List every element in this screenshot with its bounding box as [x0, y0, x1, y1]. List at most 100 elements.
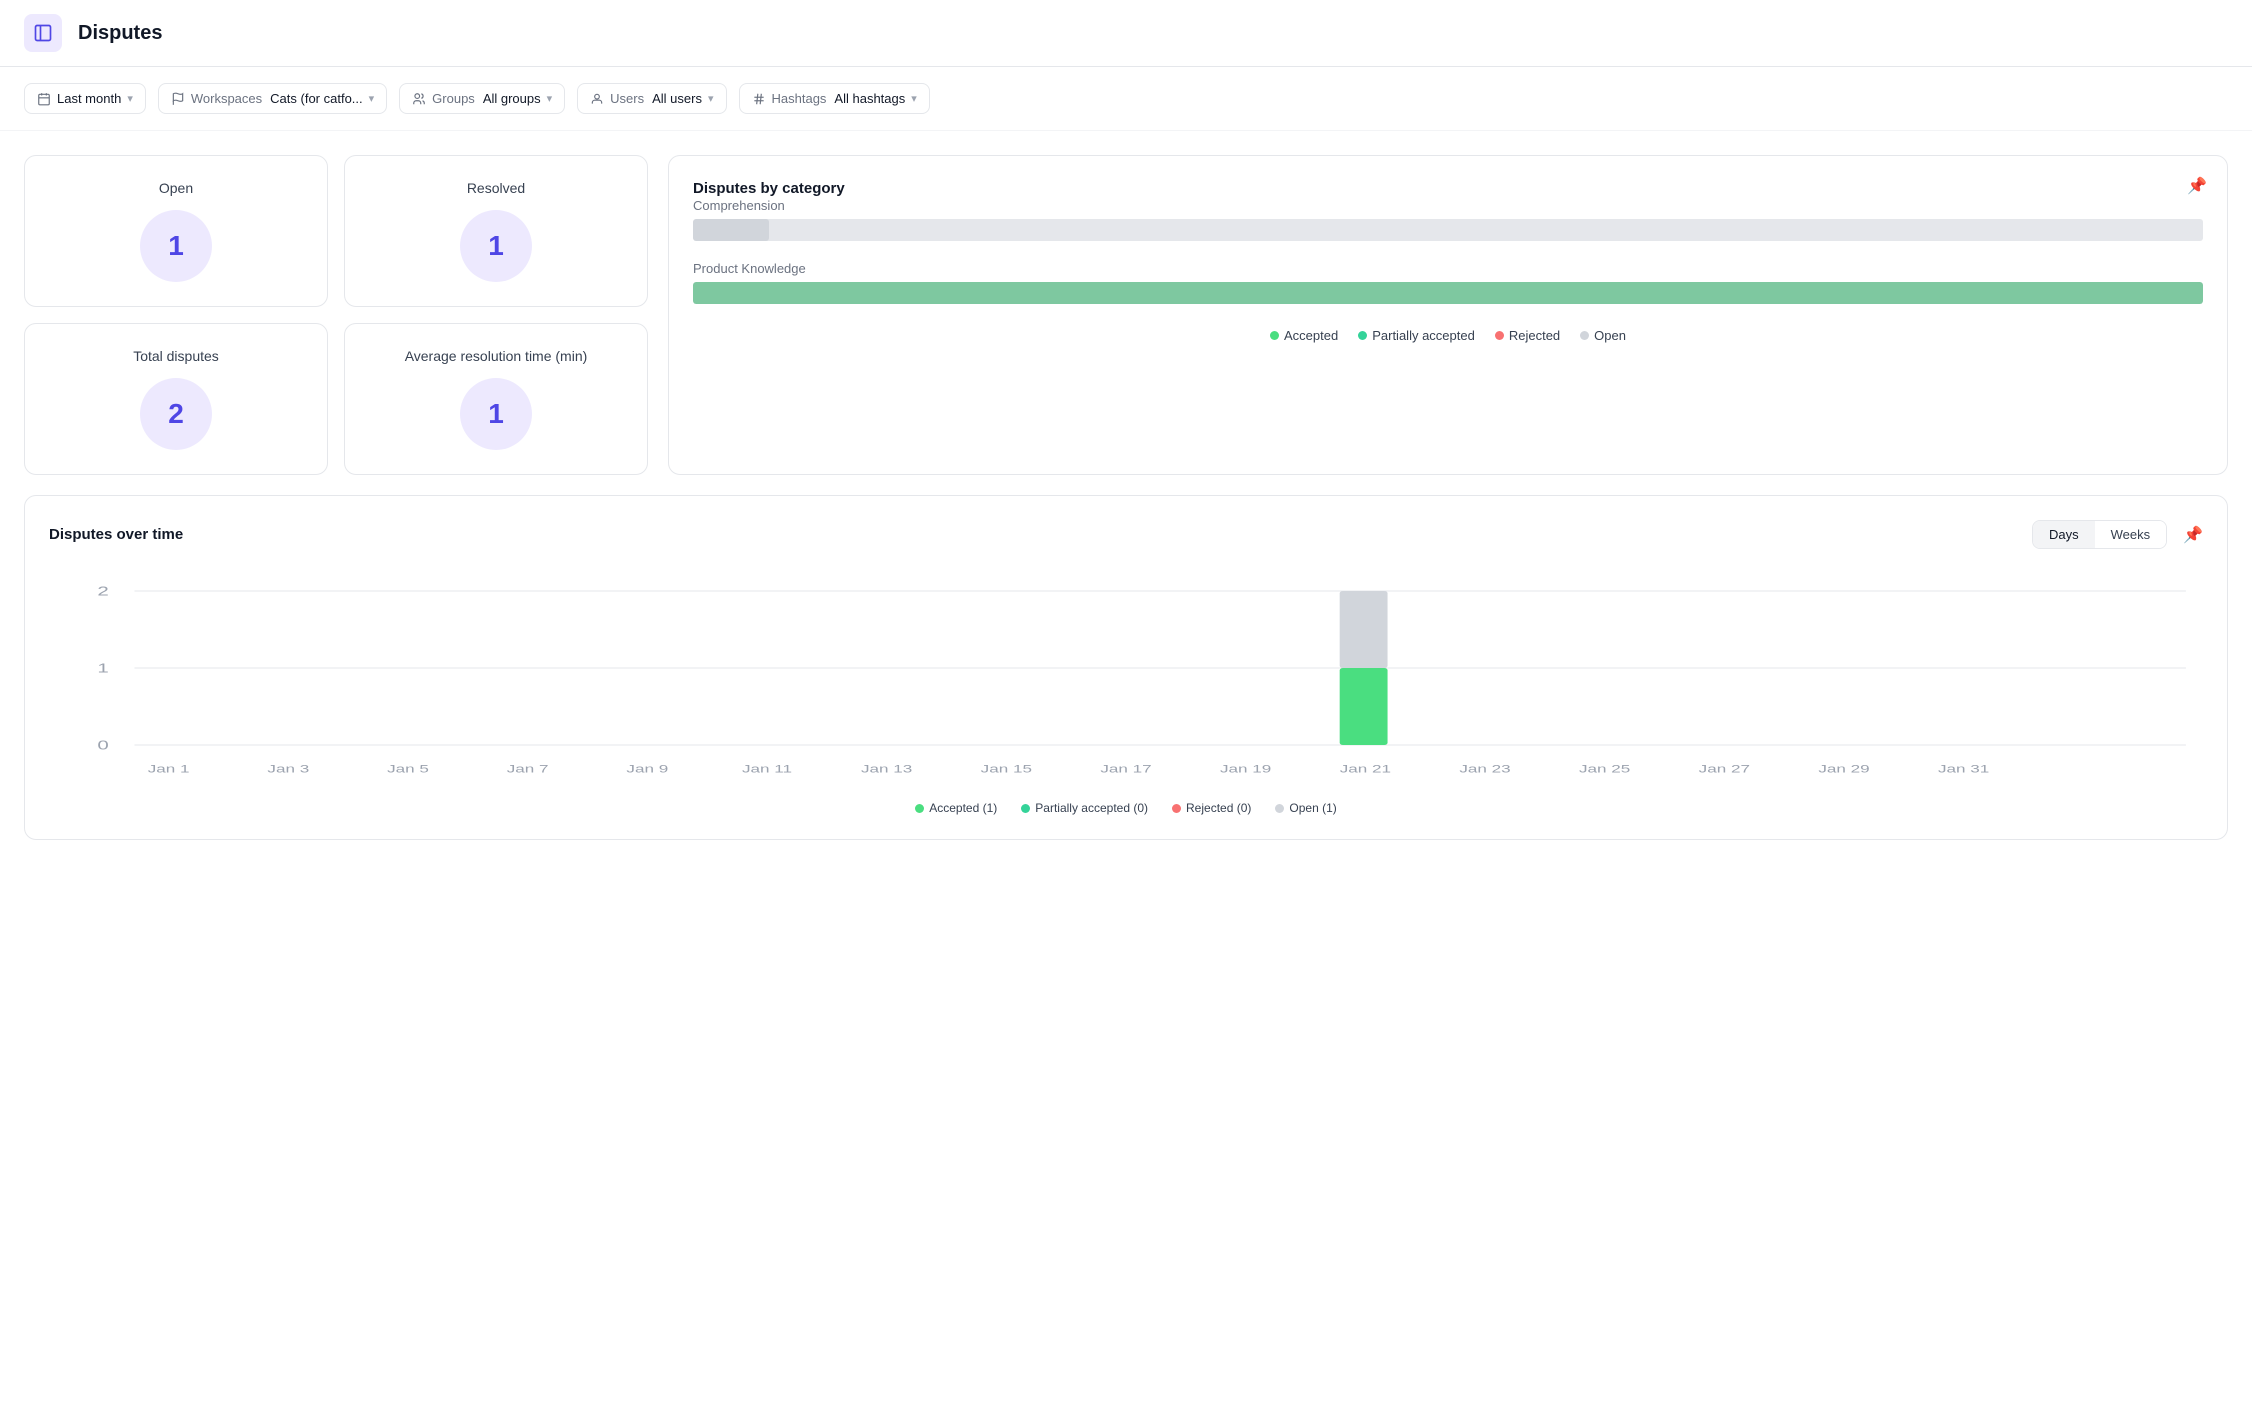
time-filter-value: Last month: [57, 91, 121, 106]
chart-legend-partial: Partially accepted (0): [1021, 801, 1148, 815]
resolved-stat-label: Resolved: [467, 180, 525, 196]
svg-text:Jan 17: Jan 17: [1100, 763, 1151, 775]
svg-text:Jan 15: Jan 15: [981, 763, 1032, 775]
legend-accepted-label: Accepted: [1284, 328, 1338, 343]
chevron-down-icon: ▾: [708, 92, 714, 105]
avg-stat-card: Average resolution time (min) 1: [344, 323, 648, 475]
legend-open: Open: [1580, 328, 1626, 343]
accepted-bar: [1340, 668, 1388, 745]
svg-text:Jan 19: Jan 19: [1220, 763, 1271, 775]
legend-rejected-label: Rejected: [1509, 328, 1560, 343]
users-filter-value: All users: [652, 91, 702, 106]
chevron-down-icon: ▾: [911, 92, 917, 105]
comprehension-label: Comprehension: [693, 198, 2203, 213]
avg-stat-circle: 1: [460, 378, 532, 450]
chart-partial-label: Partially accepted (0): [1035, 801, 1148, 815]
time-card-title: Disputes over time: [49, 526, 183, 543]
time-chart-svg: 2 1 0 Jan 1 Jan 3 Jan 5 Jan 7 Jan 9 Jan …: [49, 569, 2203, 789]
stat-cards: Open 1 Resolved 1 Total disputes 2 Avera…: [24, 155, 648, 475]
svg-text:Jan 9: Jan 9: [626, 763, 668, 775]
chart-open-label: Open (1): [1289, 801, 1336, 815]
pin-icon[interactable]: 📌: [2187, 176, 2207, 196]
total-stat-circle: 2: [140, 378, 212, 450]
comprehension-bar-row: Comprehension: [693, 198, 2203, 241]
open-stat-label: Open: [159, 180, 193, 196]
chevron-down-icon: ▾: [369, 92, 375, 105]
svg-text:Jan 27: Jan 27: [1699, 763, 1750, 775]
legend-open-label: Open: [1594, 328, 1626, 343]
disputes-over-time-card: Disputes over time Days Weeks 📌 2 1 0: [24, 495, 2228, 840]
groups-icon: [412, 92, 426, 106]
product-knowledge-label: Product Knowledge: [693, 261, 2203, 276]
chart-legend: Accepted (1) Partially accepted (0) Reje…: [49, 801, 2203, 815]
app-header: Disputes: [0, 0, 2252, 67]
chevron-down-icon: ▾: [547, 92, 553, 105]
legend-rejected: Rejected: [1495, 328, 1560, 343]
svg-text:Jan 3: Jan 3: [267, 763, 309, 775]
flag-icon: [171, 92, 185, 106]
workspaces-filter-value: Cats (for catfo...: [270, 91, 362, 106]
users-filter-button[interactable]: Users All users ▾: [577, 83, 726, 114]
disputes-by-category-card: Disputes by category 📌 Comprehension Pro…: [668, 155, 2228, 475]
comprehension-bar-track: [693, 219, 2203, 241]
svg-text:Jan 23: Jan 23: [1459, 763, 1510, 775]
page-title: Disputes: [78, 22, 162, 45]
filter-bar: Last month ▾ Workspaces Cats (for catfo.…: [0, 67, 2252, 131]
open-stat-circle: 1: [140, 210, 212, 282]
total-stat-label: Total disputes: [133, 348, 219, 364]
avg-stat-label: Average resolution time (min): [405, 348, 588, 364]
chart-legend-open: Open (1): [1275, 801, 1336, 815]
chart-rejected-dot: [1172, 804, 1181, 813]
chart-accepted-dot: [915, 804, 924, 813]
chart-accepted-label: Accepted (1): [929, 801, 997, 815]
category-card-title: Disputes by category: [693, 180, 845, 197]
main-content: Open 1 Resolved 1 Total disputes 2 Avera…: [0, 131, 2252, 864]
product-knowledge-bar-track: [693, 282, 2203, 304]
users-filter-label: Users: [610, 91, 644, 106]
rejected-dot: [1495, 331, 1504, 340]
product-knowledge-bar-fill: [693, 282, 2203, 304]
resolved-stat-card: Resolved 1: [344, 155, 648, 307]
open-stat-value: 1: [168, 230, 184, 262]
hashtags-filter-value: All hashtags: [834, 91, 905, 106]
chart-legend-accepted: Accepted (1): [915, 801, 997, 815]
partial-dot: [1358, 331, 1367, 340]
calendar-icon: [37, 92, 51, 106]
open-dot: [1580, 331, 1589, 340]
svg-text:Jan 31: Jan 31: [1938, 763, 1989, 775]
legend-accepted: Accepted: [1270, 328, 1338, 343]
category-legend: Accepted Partially accepted Rejected Ope…: [693, 328, 2203, 343]
time-filter-button[interactable]: Last month ▾: [24, 83, 146, 114]
svg-text:Jan 29: Jan 29: [1818, 763, 1869, 775]
svg-text:Jan 5: Jan 5: [387, 763, 429, 775]
groups-filter-button[interactable]: Groups All groups ▾: [399, 83, 565, 114]
days-toggle-button[interactable]: Days: [2033, 521, 2095, 548]
svg-text:0: 0: [97, 737, 108, 752]
weeks-toggle-button[interactable]: Weeks: [2095, 521, 2167, 548]
resolved-stat-value: 1: [488, 230, 504, 262]
chart-area: 2 1 0 Jan 1 Jan 3 Jan 5 Jan 7 Jan 9 Jan …: [49, 569, 2203, 789]
open-bar: [1340, 591, 1388, 668]
resolved-stat-circle: 1: [460, 210, 532, 282]
workspaces-filter-label: Workspaces: [191, 91, 262, 106]
svg-text:Jan 21: Jan 21: [1340, 763, 1391, 775]
time-toggle: Days Weeks: [2032, 520, 2167, 549]
groups-filter-value: All groups: [483, 91, 541, 106]
time-card-header: Disputes over time Days Weeks 📌: [49, 520, 2203, 549]
svg-text:Jan 7: Jan 7: [507, 763, 549, 775]
chart-partial-dot: [1021, 804, 1030, 813]
chart-legend-rejected: Rejected (0): [1172, 801, 1251, 815]
total-stat-value: 2: [168, 398, 184, 430]
workspaces-filter-button[interactable]: Workspaces Cats (for catfo... ▾: [158, 83, 387, 114]
accepted-dot: [1270, 331, 1279, 340]
comprehension-bar-fill: [693, 219, 769, 241]
hashtags-filter-button[interactable]: Hashtags All hashtags ▾: [739, 83, 930, 114]
open-stat-card: Open 1: [24, 155, 328, 307]
avg-stat-value: 1: [488, 398, 504, 430]
svg-text:1: 1: [97, 660, 108, 675]
users-icon: [590, 92, 604, 106]
time-card-actions: Days Weeks 📌: [2032, 520, 2203, 549]
chevron-down-icon: ▾: [127, 92, 133, 105]
pin-icon-time[interactable]: 📌: [2183, 525, 2203, 545]
sidebar-toggle-button[interactable]: [24, 14, 62, 52]
